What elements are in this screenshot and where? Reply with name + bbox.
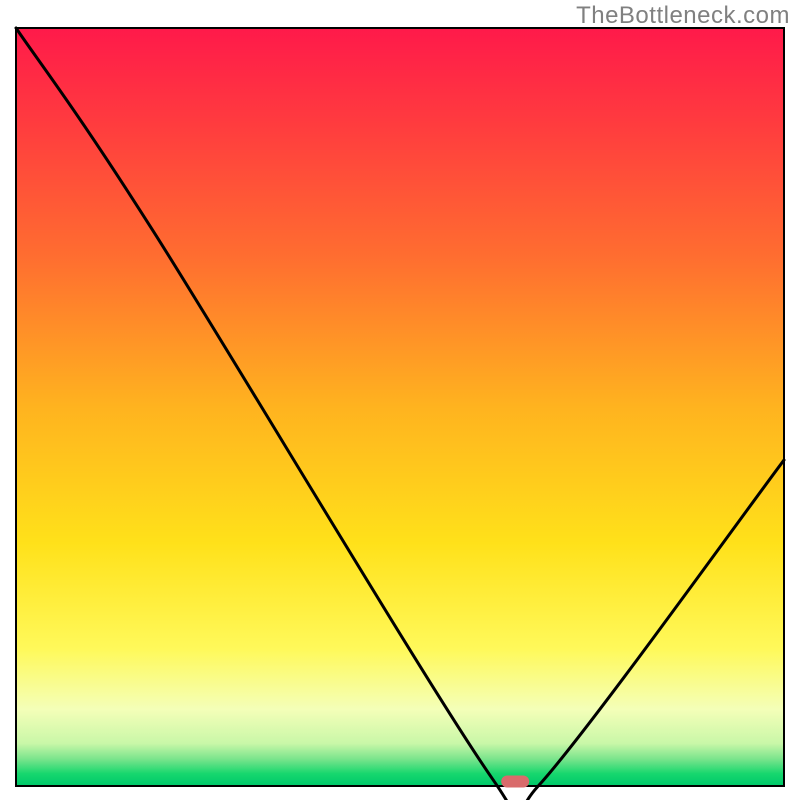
chart-stage: TheBottleneck.com: [0, 0, 800, 800]
bottleneck-chart: [0, 0, 800, 800]
optimum-marker: [501, 775, 529, 787]
watermark-text: TheBottleneck.com: [576, 2, 790, 30]
gradient-background: [17, 29, 783, 785]
